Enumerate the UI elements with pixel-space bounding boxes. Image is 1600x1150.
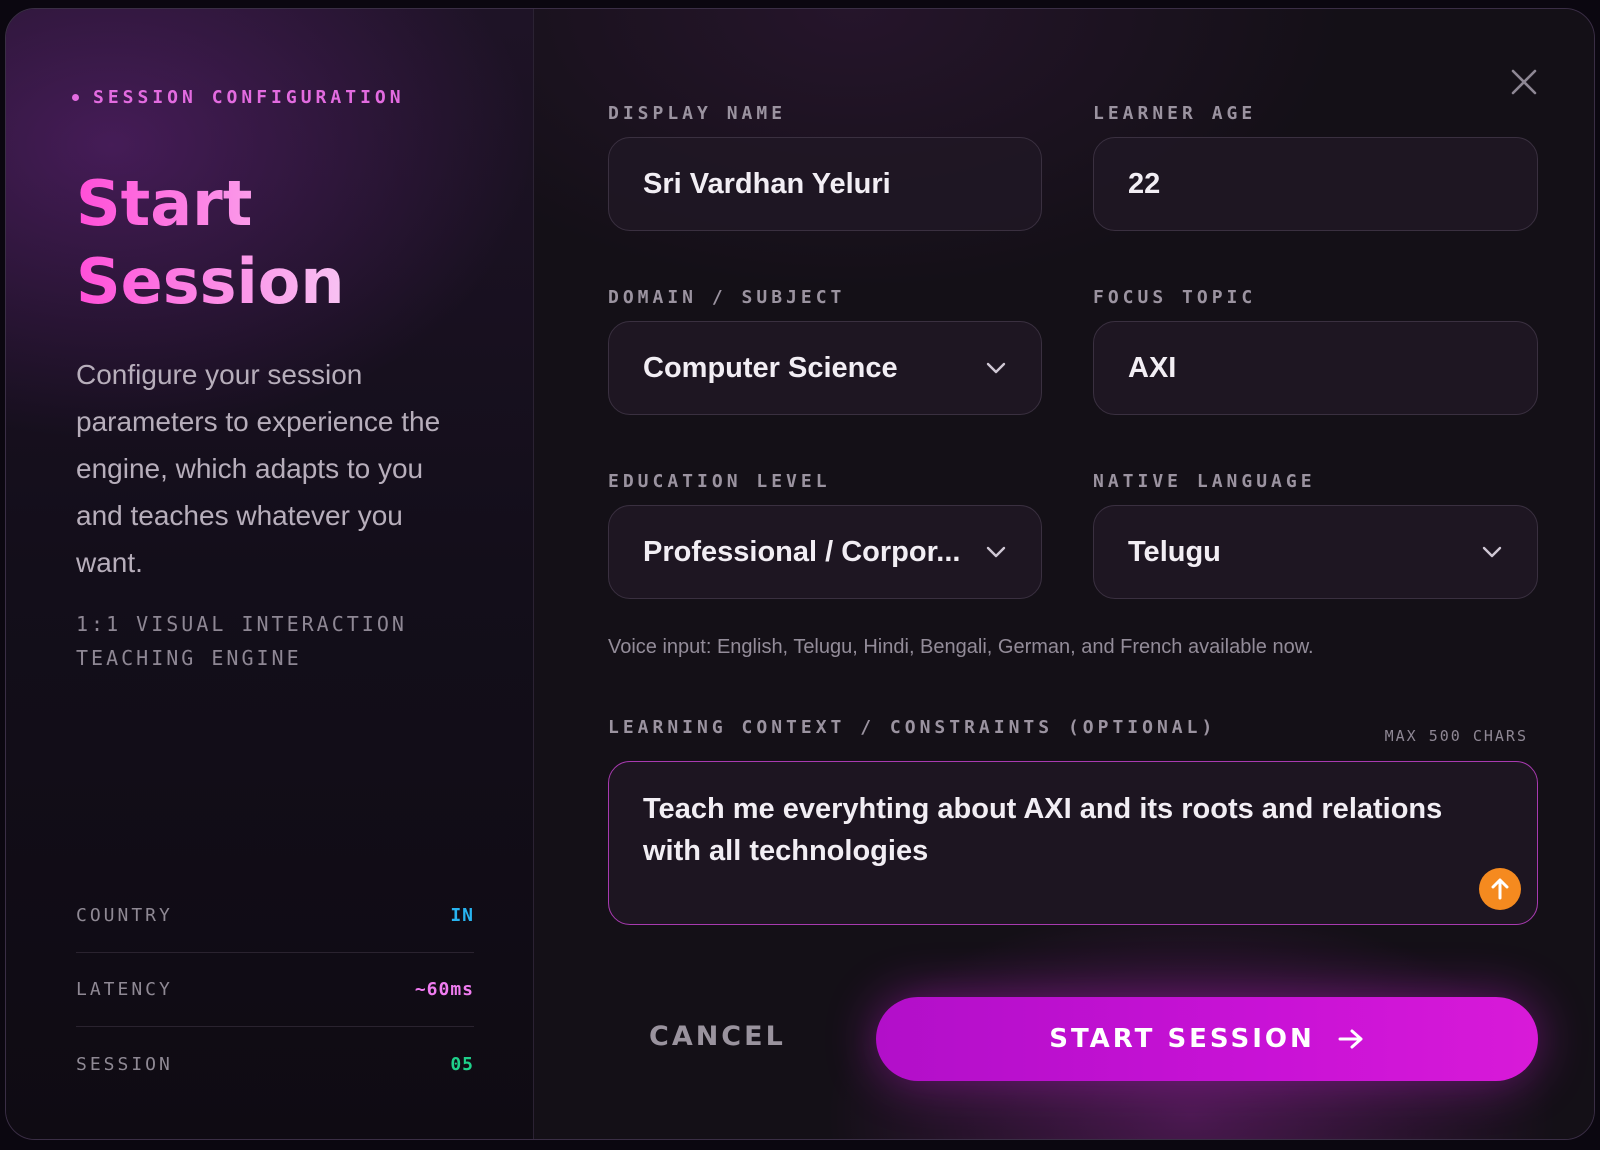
native-language-select[interactable]: Telugu <box>1093 505 1538 599</box>
display-name-label: DISPLAY NAME <box>608 103 787 124</box>
bullet-dot-icon <box>72 94 79 101</box>
page-description: Configure your session parameters to exp… <box>76 359 441 578</box>
stat-latency: LATENCY ~60ms <box>76 953 474 1027</box>
learner-age-input[interactable]: 22 <box>1093 137 1538 231</box>
display-name-input[interactable]: Sri Vardhan Yeluri <box>608 137 1042 231</box>
chevron-down-icon <box>1482 546 1502 558</box>
info-panel: SESSION CONFIGURATION Start Session Conf… <box>6 9 534 1139</box>
focus-topic-label: FOCUS TOPIC <box>1093 287 1257 308</box>
page-title-line-1: Start <box>76 167 253 240</box>
stat-label: SESSION <box>76 1053 173 1075</box>
start-session-label: START SESSION <box>1049 1024 1315 1054</box>
start-session-modal: SESSION CONFIGURATION Start Session Conf… <box>5 8 1595 1140</box>
learner-age-value: 22 <box>1128 167 1161 200</box>
focus-topic-input[interactable]: AXI <box>1093 321 1538 415</box>
engine-tagline: 1:1 VISUAL INTERACTION TEACHING ENGINE <box>76 612 407 670</box>
page-title: Start Session <box>76 165 476 321</box>
display-name-value: Sri Vardhan Yeluri <box>643 167 891 200</box>
start-session-button[interactable]: START SESSION <box>876 997 1538 1081</box>
domain-label: DOMAIN / SUBJECT <box>608 287 846 308</box>
submit-context-button[interactable] <box>1479 868 1521 910</box>
cancel-button[interactable]: CANCEL <box>649 1021 786 1052</box>
education-level-label: EDUCATION LEVEL <box>608 471 831 492</box>
stat-session: SESSION 05 <box>76 1027 474 1101</box>
chevron-down-icon <box>986 362 1006 374</box>
stat-label: COUNTRY <box>76 905 173 926</box>
stat-value: IN <box>450 905 474 926</box>
learner-age-label: LEARNER AGE <box>1093 103 1257 124</box>
stats-list: COUNTRY IN LATENCY ~60ms SESSION 05 <box>76 879 474 1101</box>
chevron-down-icon <box>986 546 1006 558</box>
form-panel: DISPLAY NAME Sri Vardhan Yeluri LEARNER … <box>534 9 1594 1139</box>
native-language-label: NATIVE LANGUAGE <box>1093 471 1316 492</box>
close-button[interactable] <box>1509 67 1539 97</box>
eyebrow-label: SESSION CONFIGURATION <box>93 87 405 108</box>
stat-value: 05 <box>450 1053 474 1075</box>
voice-input-helper: Voice input: English, Telugu, Hindi, Ben… <box>608 636 1314 658</box>
close-icon <box>1511 69 1537 95</box>
section-eyebrow: SESSION CONFIGURATION <box>72 87 405 108</box>
education-level-select[interactable]: Professional / Corpor... <box>608 505 1042 599</box>
page-title-line-2: Session <box>76 245 345 318</box>
arrow-up-icon <box>1491 878 1509 900</box>
context-value: Teach me everyhting about AXI and its ro… <box>643 793 1443 867</box>
context-textarea[interactable]: Teach me everyhting about AXI and its ro… <box>608 761 1538 925</box>
stat-label: LATENCY <box>76 979 173 1000</box>
stat-country: COUNTRY IN <box>76 879 474 953</box>
focus-topic-value: AXI <box>1128 351 1177 384</box>
max-chars-hint: MAX 500 CHARS <box>1384 727 1528 745</box>
domain-select[interactable]: Computer Science <box>608 321 1042 415</box>
context-label: LEARNING CONTEXT / CONSTRAINTS (OPTIONAL… <box>608 717 1217 738</box>
native-language-value: Telugu <box>1128 535 1221 568</box>
domain-value: Computer Science <box>643 351 898 384</box>
stat-value: ~60ms <box>414 979 474 1000</box>
arrow-right-icon <box>1338 1029 1363 1049</box>
education-level-value: Professional / Corpor... <box>643 535 961 568</box>
